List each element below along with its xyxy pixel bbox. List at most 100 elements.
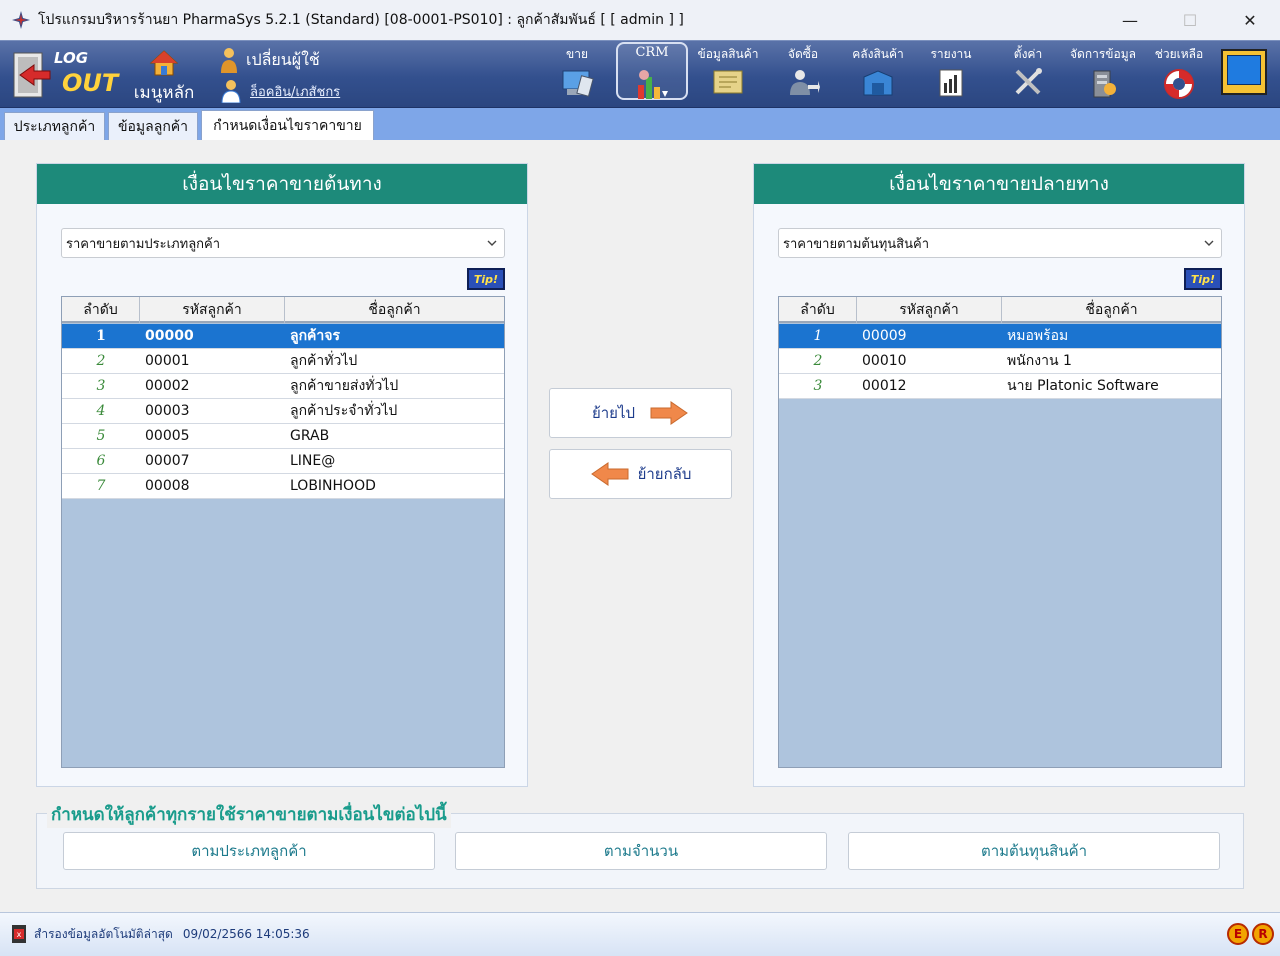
row-order: 4 [96, 403, 106, 419]
main-content: เงื่อนไขราคาขายต้นทาง ราคาขายตามประเภทลู… [0, 140, 1280, 912]
source-tip-button[interactable]: Tip! [467, 268, 505, 290]
tab-strip: ประเภทลูกค้า ข้อมูลลูกค้า กำหนดเงื่อนไขร… [0, 108, 1280, 140]
target-customer-grid[interactable]: ลำดับ รหัสลูกค้า ชื่อลูกค้า 1 00009 หมอพร้… [778, 296, 1222, 768]
row-customer-name: ลูกค้าประจำทั่วไป [290, 403, 398, 419]
col-customer-name[interactable]: ชื่อลูกค้า [285, 297, 504, 323]
chevron-down-icon [1204, 240, 1214, 246]
table-row[interactable]: 3 00002 ลูกค้าขายส่งทั่วไป [62, 374, 504, 399]
settings-label: ตั้งค่า [1013, 47, 1043, 61]
logout-top-label: LOG [54, 49, 89, 67]
row-order: 2 [96, 353, 106, 369]
backup-database-icon: x [12, 925, 26, 943]
row-order: 1 [813, 328, 823, 344]
screen-toggle-button[interactable] [1221, 49, 1267, 95]
screen-icon [1227, 55, 1261, 85]
tab-customer-type[interactable]: ประเภทลูกค้า [4, 112, 105, 140]
arrow-left-icon [590, 462, 629, 486]
col-customer-code[interactable]: รหัสลูกค้า [140, 297, 285, 323]
sale-label: ขาย [566, 47, 588, 61]
home-icon [149, 50, 179, 76]
chevron-down-icon [487, 240, 497, 246]
target-panel: เงื่อนไขราคาขายปลายทาง ราคาขายตามต้นทุนส… [753, 163, 1245, 787]
help-label: ช่วยเหลือ [1154, 47, 1204, 61]
warehouse-label: คลังสินค้า [852, 47, 904, 61]
tab-customer-info[interactable]: ข้อมูลลูกค้า [108, 112, 198, 140]
grid-header: ลำดับ รหัสลูกค้า ชื่อลูกค้า [62, 297, 504, 323]
row-customer-code: 00000 [145, 328, 194, 344]
maximize-button[interactable]: ☐ [1160, 0, 1220, 40]
table-row[interactable]: 5 00005 GRAB [62, 424, 504, 449]
row-customer-code: 00007 [145, 453, 190, 469]
product-data-label: ข้อมูลสินค้า [697, 47, 759, 61]
toolbar-item-product-data[interactable]: ข้อมูลสินค้า [694, 45, 762, 105]
help-lifebuoy-icon [1164, 69, 1194, 99]
table-row[interactable]: 7 00008 LOBINHOOD [62, 474, 504, 499]
source-condition-value: ราคาขายตามประเภทลูกค้า [66, 236, 221, 252]
tab-price-conditions[interactable]: กำหนดเงื่อนไขราคาขาย [201, 110, 374, 140]
toolbar-item-sale[interactable]: ขาย [552, 45, 602, 105]
source-condition-select[interactable]: ราคาขายตามประเภทลูกค้า [61, 228, 505, 258]
backup-datetime: 09/02/2566 14:05:36 [182, 927, 310, 941]
toolbar-item-help[interactable]: ช่วยเหลือ [1148, 45, 1210, 105]
login-pharmacist-label: ล็อคอิน/เภสัชกร [250, 84, 341, 100]
switch-user-button[interactable]: เปลี่ยนผู้ใช้ [220, 47, 320, 73]
toolbar-item-report[interactable]: รายงาน [924, 45, 978, 105]
col-customer-name[interactable]: ชื่อลูกค้า [1002, 297, 1221, 323]
by-product-cost-button[interactable]: ตามต้นทุนสินค้า [848, 832, 1220, 870]
move-forward-button[interactable]: ย้ายไป [549, 388, 732, 438]
target-tip-button[interactable]: Tip! [1184, 268, 1222, 290]
row-customer-code: 00003 [145, 403, 190, 419]
table-row[interactable]: 4 00003 ลูกค้าประจำทั่วไป [62, 399, 504, 424]
row-order: 5 [96, 428, 106, 444]
grid-header: ลำดับ รหัสลูกค้า ชื่อลูกค้า [779, 297, 1221, 323]
col-customer-code[interactable]: รหัสลูกค้า [857, 297, 1002, 323]
product-data-icon [713, 70, 743, 94]
row-customer-name: หมอพร้อม [1007, 328, 1069, 344]
toolbar-item-warehouse[interactable]: คลังสินค้า [844, 45, 912, 105]
table-row[interactable]: 1 00000 ลูกค้าจร [62, 324, 504, 349]
pos-icon [562, 70, 594, 97]
crm-chart-icon [638, 70, 668, 99]
warehouse-icon [863, 70, 893, 96]
by-customer-type-button[interactable]: ตามประเภทลูกค้า [63, 832, 435, 870]
badge-e[interactable]: E [1227, 923, 1249, 945]
close-button[interactable]: ✕ [1220, 0, 1280, 40]
table-row[interactable]: 2 00010 พนักงาน 1 [779, 349, 1221, 374]
toolbar-item-data-manage[interactable]: จัดการข้อมูล [1066, 45, 1140, 105]
col-order[interactable]: ลำดับ [62, 297, 140, 323]
purchase-label: จัดซื้อ [787, 47, 819, 61]
minimize-button[interactable]: — [1100, 0, 1160, 40]
title-bar: โปรแกรมบริหารร้านยา PharmaSys 5.2.1 (Sta… [0, 0, 1280, 40]
badge-r[interactable]: R [1252, 923, 1274, 945]
row-order: 3 [96, 378, 106, 394]
row-customer-code: 00001 [145, 353, 190, 369]
table-row[interactable]: 1 00009 หมอพร้อม [779, 324, 1221, 349]
main-menu-button[interactable]: เมนูหลัก [128, 49, 200, 103]
toolbar-item-settings[interactable]: ตั้งค่า [1002, 45, 1054, 105]
table-row[interactable]: 6 00007 LINE@ [62, 449, 504, 474]
toolbar-item-crm[interactable]: CRM [620, 45, 684, 105]
target-condition-value: ราคาขายตามต้นทุนสินค้า [783, 236, 929, 252]
target-condition-select[interactable]: ราคาขายตามต้นทุนสินค้า [778, 228, 1222, 258]
login-pharmacist-link[interactable]: ล็อคอิน/เภสัชกร [220, 79, 340, 103]
row-order: 7 [96, 478, 106, 494]
logout-bottom-label: OUT [62, 69, 119, 97]
window-title: โปรแกรมบริหารร้านยา PharmaSys 5.2.1 (Sta… [38, 12, 684, 28]
move-back-button[interactable]: ย้ายกลับ [549, 449, 732, 499]
crm-label: CRM [635, 45, 669, 60]
settings-tools-icon [1015, 68, 1042, 95]
main-menu-label: เมนูหลัก [133, 83, 195, 103]
target-panel-title: เงื่อนไขราคาขายปลายทาง [754, 164, 1244, 204]
row-order: 3 [813, 378, 823, 394]
row-customer-name: นาย Platonic Software [1007, 378, 1159, 394]
switch-user-label: เปลี่ยนผู้ใช้ [246, 49, 320, 69]
source-customer-grid[interactable]: ลำดับ รหัสลูกค้า ชื่อลูกค้า 1 00000 ลูกค้า… [61, 296, 505, 768]
table-row[interactable]: 2 00001 ลูกค้าทั่วไป [62, 349, 504, 374]
row-customer-code: 00009 [862, 328, 907, 344]
row-customer-name: พนักงาน 1 [1007, 353, 1072, 369]
logout-button[interactable]: LOG OUT [10, 47, 118, 103]
table-row[interactable]: 3 00012 นาย Platonic Software [779, 374, 1221, 399]
by-quantity-button[interactable]: ตามจำนวน [455, 832, 827, 870]
col-order[interactable]: ลำดับ [779, 297, 857, 323]
toolbar-item-purchase[interactable]: จัดซื้อ [776, 45, 830, 105]
